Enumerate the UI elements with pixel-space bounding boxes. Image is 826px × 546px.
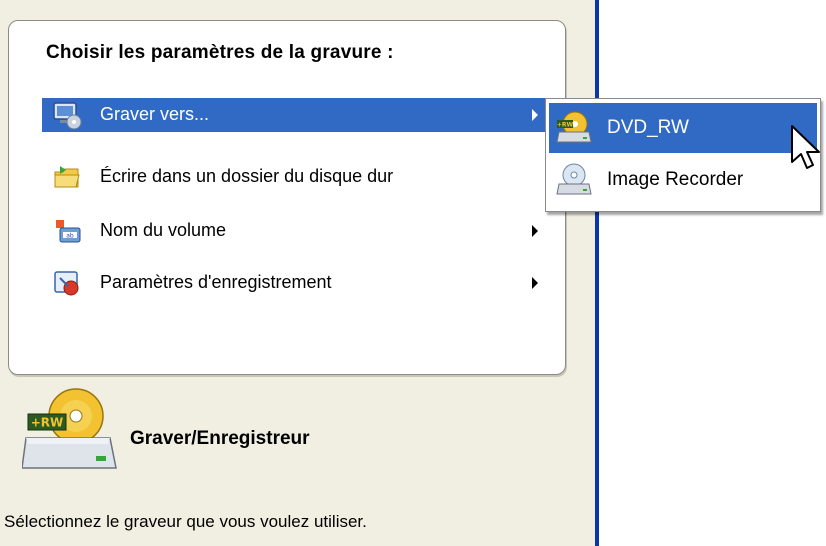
burn-to-submenu: +RW DVD_RW Image Recorder <box>545 98 821 212</box>
burner-description: Sélectionnez le graveur que vous voulez … <box>4 512 367 531</box>
svg-text:+RW: +RW <box>557 122 574 129</box>
submenu-arrow-icon <box>532 277 538 289</box>
menu-item-burn-to[interactable]: Graver vers... <box>42 98 546 132</box>
submenu-arrow-icon <box>532 109 538 121</box>
rw-drive-icon: +RW <box>21 386 118 482</box>
menu-item-label: Nom du volume <box>100 220 227 240</box>
submenu-item-label: DVD_RW <box>607 117 689 138</box>
submenu-arrow-icon <box>532 225 538 237</box>
menu-item-label: Écrire dans un dossier du disque dur <box>100 166 394 186</box>
menu-item-recording-settings[interactable]: Paramètres d'enregistrement <box>42 266 546 300</box>
mouse-pointer-icon <box>790 124 824 174</box>
folder-write-icon <box>52 162 82 192</box>
menu-item-label: Paramètres d'enregistrement <box>100 272 332 292</box>
rw-badge-text: +RW <box>31 416 64 430</box>
pane-divider <box>595 0 599 546</box>
volume-name-icon: ab <box>52 216 82 246</box>
burn-settings-panel <box>8 20 566 375</box>
submenu-item-dvd-rw[interactable]: +RW DVD_RW <box>549 103 817 153</box>
dvd-rw-drive-icon: +RW <box>555 110 593 148</box>
submenu-item-label: Image Recorder <box>607 169 744 190</box>
svg-text:ab: ab <box>66 233 74 240</box>
burner-title: Graver/Enregistreur <box>130 428 310 449</box>
settings-title: Choisir les paramètres de la gravure : <box>46 42 394 63</box>
right-pane <box>596 0 826 546</box>
menu-item-volume-name[interactable]: ab Nom du volume <box>42 214 546 248</box>
menu-item-write-to-folder[interactable]: Écrire dans un dossier du disque dur <box>42 160 546 194</box>
menu-item-label: Graver vers... <box>100 104 210 124</box>
image-recorder-icon <box>555 162 593 200</box>
recording-settings-icon <box>52 268 82 298</box>
submenu-item-image-recorder[interactable]: Image Recorder <box>549 155 817 205</box>
burn-to-icon <box>52 100 82 130</box>
